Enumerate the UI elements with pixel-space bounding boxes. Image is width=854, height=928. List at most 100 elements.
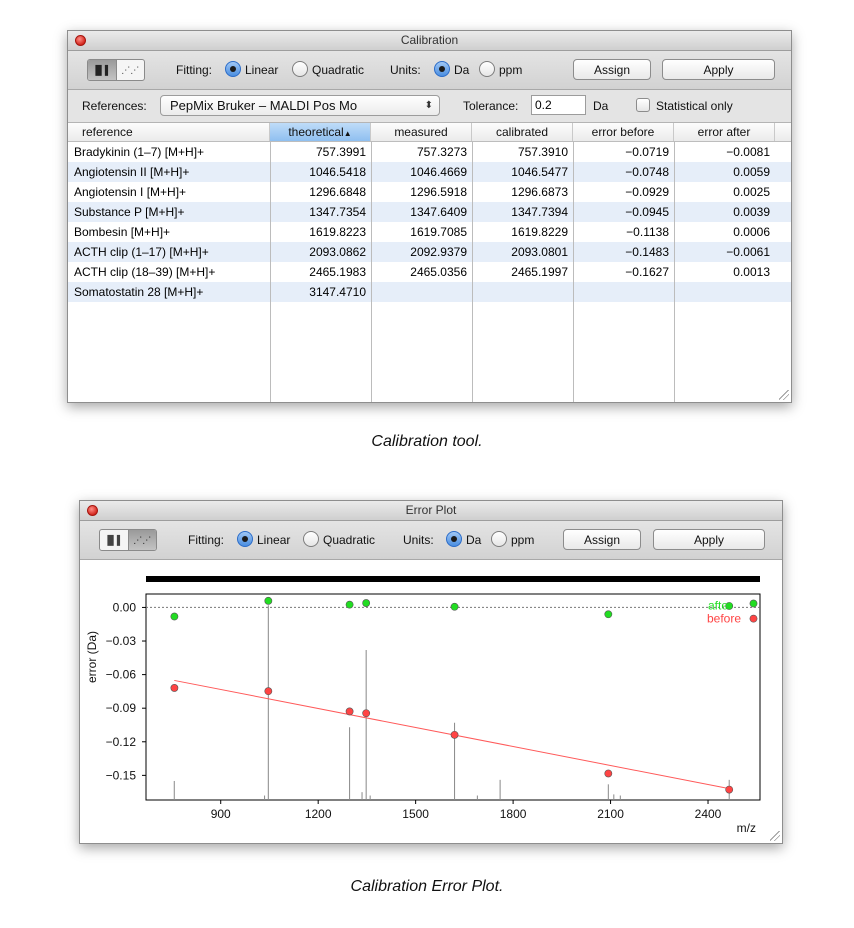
cell-error-before: −0.1138 xyxy=(626,225,669,239)
calibration-window: Calibration ▐▌▌ ⋰⋰ Fitting: Linear Quadr… xyxy=(67,30,792,403)
cell-calibrated: 757.3910 xyxy=(517,145,568,159)
point-after xyxy=(450,602,459,611)
cell-measured: 1619.7085 xyxy=(410,225,467,239)
units-ppm-label[interactable]: ppm xyxy=(511,533,534,547)
resize-grip-icon[interactable] xyxy=(770,831,780,841)
units-da-radio[interactable] xyxy=(434,61,450,77)
plot-view-icon[interactable]: ⋰⋰ xyxy=(115,60,145,80)
table-view-icon[interactable]: ▐▌▌ xyxy=(100,530,128,550)
cell-error-before: −0.0719 xyxy=(625,145,669,159)
table-view-icon[interactable]: ▐▌▌ xyxy=(88,60,116,80)
column-header-measured[interactable]: measured xyxy=(371,123,472,141)
x-tick-label: 1200 xyxy=(305,807,332,821)
y-tick-label: −0.12 xyxy=(106,735,137,749)
cell-reference: Substance P [M+H]+ xyxy=(74,205,185,219)
x-tick-label: 2400 xyxy=(695,807,722,821)
cell-error-after xyxy=(674,282,775,302)
table-row[interactable]: Substance P [M+H]+ 1347.7354 1347.6409 1347… xyxy=(68,202,791,222)
point-before xyxy=(749,614,758,623)
table-row[interactable]: Bradykinin (1–7) [M+H]+ 757.3991 757.3273 7… xyxy=(68,142,791,162)
view-toggle[interactable]: ▐▌▌ ⋰⋰ xyxy=(87,59,145,81)
cell-error-before: −0.1483 xyxy=(625,245,669,259)
units-da-radio[interactable] xyxy=(446,531,462,547)
select-arrows-icon: ⬍ xyxy=(424,100,433,111)
statistical-only-label[interactable]: Statistical only xyxy=(656,99,733,113)
units-ppm-radio[interactable] xyxy=(479,61,495,77)
x-tick-label: 2100 xyxy=(597,807,624,821)
x-tick-label: 900 xyxy=(211,807,231,821)
cell-reference: Angiotensin I [M+H]+ xyxy=(74,185,187,199)
column-divider xyxy=(674,141,675,402)
close-button[interactable] xyxy=(87,505,98,516)
column-header-calibrated[interactable]: calibrated xyxy=(472,123,573,141)
window-title: Error Plot xyxy=(405,503,457,517)
error-plot-window: Error Plot ▐▌▌ ⋰⋰ Fitting: Linear Quadra… xyxy=(79,500,783,844)
units-ppm-label[interactable]: ppm xyxy=(499,63,522,77)
point-before xyxy=(450,730,459,739)
point-before xyxy=(170,684,179,692)
assign-button[interactable]: Assign xyxy=(563,529,641,550)
table-row[interactable]: Bombesin [M+H]+ 1619.8223 1619.7085 1619.82… xyxy=(68,222,791,242)
units-da-label[interactable]: Da xyxy=(466,533,481,547)
fitting-quadratic-label[interactable]: Quadratic xyxy=(312,63,364,77)
cell-measured: 1046.4669 xyxy=(410,165,467,179)
error-plot-area: 0.00 −0.03 −0.06 −0.09 −0.12 −0.15 900 1200 1500… xyxy=(80,560,782,843)
fitting-quadratic-radio[interactable] xyxy=(303,531,319,547)
cell-error-before: −0.0748 xyxy=(625,165,669,179)
table-row[interactable]: Angiotensin I [M+H]+ 1296.6848 1296.5918 12… xyxy=(68,182,791,202)
x-tick-label: 1500 xyxy=(402,807,429,821)
units-label: Units: xyxy=(403,533,434,547)
table-row[interactable]: Angiotensin II [M+H]+ 1046.5418 1046.4669 1… xyxy=(68,162,791,182)
fitting-label: Fitting: xyxy=(176,63,213,77)
plot-frame xyxy=(145,593,761,801)
units-ppm-radio[interactable] xyxy=(491,531,507,547)
column-header-error-after[interactable]: error after xyxy=(674,123,775,141)
cell-reference: Bradykinin (1–7) [M+H]+ xyxy=(74,145,205,159)
cell-error-before: −0.0929 xyxy=(625,185,669,199)
statistical-only-checkbox[interactable] xyxy=(636,98,650,112)
sort-ascending-icon: ▲ xyxy=(343,129,352,138)
cell-theoretical: 3147.4710 xyxy=(309,285,366,299)
plot-view-icon[interactable]: ⋰⋰ xyxy=(127,530,156,550)
caption-calibration-tool: Calibration tool. xyxy=(371,433,483,450)
cell-calibrated: 1619.8229 xyxy=(511,225,568,239)
table-row[interactable]: Somatostatin 28 [M+H]+ 3147.4710 xyxy=(68,282,791,302)
cell-error-after: 0.0039 xyxy=(733,205,770,219)
table-row[interactable]: ACTH clip (1–17) [M+H]+ 2093.0862 2092.937… xyxy=(68,242,791,262)
fitting-linear-radio[interactable] xyxy=(237,531,253,547)
fitting-quadratic-radio[interactable] xyxy=(292,61,308,77)
close-button[interactable] xyxy=(75,35,86,46)
table-row[interactable]: ACTH clip (18–39) [M+H]+ 2465.1983 2465.03… xyxy=(68,262,791,282)
fitting-quadratic-label[interactable]: Quadratic xyxy=(323,533,375,547)
tolerance-input[interactable]: 0.2 xyxy=(531,95,586,115)
cell-error-after: 0.0006 xyxy=(733,225,770,239)
column-header-reference[interactable]: reference xyxy=(68,123,270,141)
cell-reference: ACTH clip (18–39) [M+H]+ xyxy=(74,265,216,279)
point-after xyxy=(749,599,758,608)
units-da-label[interactable]: Da xyxy=(454,63,469,77)
point-after xyxy=(604,610,613,619)
resize-grip-icon[interactable] xyxy=(779,390,789,400)
point-before xyxy=(725,785,734,794)
x-tick-label: 1800 xyxy=(500,807,527,821)
fitting-linear-radio[interactable] xyxy=(225,61,241,77)
y-tick-label: −0.03 xyxy=(106,634,137,648)
cell-theoretical: 1619.8223 xyxy=(309,225,366,239)
point-before xyxy=(604,769,613,778)
error-plot-chart: 0.00 −0.03 −0.06 −0.09 −0.12 −0.15 900 1200 1500… xyxy=(85,576,761,835)
cell-reference: ACTH clip (1–17) [M+H]+ xyxy=(74,245,209,259)
y-axis-label: error (Da) xyxy=(85,631,99,683)
table-header: reference theoretical▲ measured calibrat… xyxy=(68,123,791,142)
column-header-theoretical[interactable]: theoretical▲ xyxy=(270,123,371,141)
assign-button[interactable]: Assign xyxy=(573,59,651,80)
point-before xyxy=(264,687,273,696)
apply-button[interactable]: Apply xyxy=(653,529,765,550)
fitting-linear-label[interactable]: Linear xyxy=(245,63,278,77)
cell-error-after: 0.0059 xyxy=(733,165,770,179)
fitting-linear-label[interactable]: Linear xyxy=(257,533,290,547)
references-select[interactable]: PepMix Bruker – MALDI Pos Mo ⬍ xyxy=(160,95,440,116)
apply-button[interactable]: Apply xyxy=(662,59,775,80)
view-toggle[interactable]: ▐▌▌ ⋰⋰ xyxy=(99,529,157,551)
cell-theoretical: 2465.1983 xyxy=(309,265,366,279)
column-header-error-before[interactable]: error before xyxy=(573,123,674,141)
